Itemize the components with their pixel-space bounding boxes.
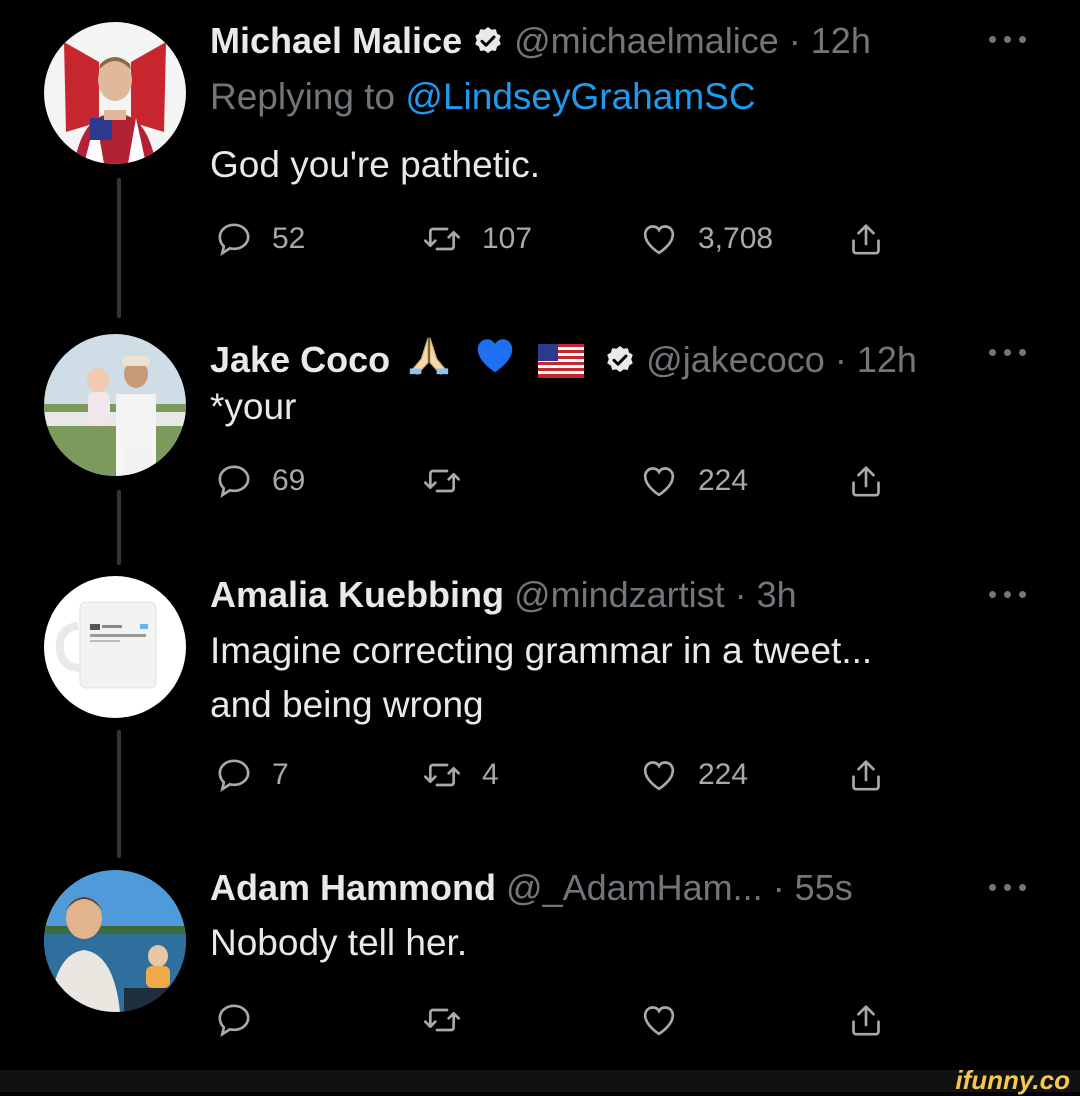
tweet-time: · 55s xyxy=(772,867,853,908)
tweet-text: *your xyxy=(210,386,297,427)
retweet-count: 107 xyxy=(482,222,533,255)
reply-icon xyxy=(218,759,250,793)
folded-hands-emoji xyxy=(406,332,452,387)
tweet-time: · 12h xyxy=(834,339,917,380)
us-flag-emoji xyxy=(538,344,585,387)
tweet-actions: 52 107 3,708 xyxy=(210,214,910,264)
tweet-text: God you're pathetic. xyxy=(210,144,540,185)
more-icon[interactable] xyxy=(985,878,1035,898)
retweet-button[interactable] xyxy=(420,995,482,1045)
like-icon xyxy=(643,225,675,255)
retweet-button[interactable]: 4 xyxy=(420,750,499,800)
author-name[interactable]: Amalia Kuebbing xyxy=(210,574,504,615)
like-icon xyxy=(643,467,675,497)
retweet-button[interactable]: 107 xyxy=(420,214,532,264)
retweet-icon xyxy=(424,763,460,787)
author-name[interactable]: Michael Malice xyxy=(210,20,462,61)
tweet-text: Nobody tell her. xyxy=(210,922,468,963)
more-icon[interactable] xyxy=(985,343,1035,363)
reply-icon xyxy=(218,465,250,499)
reply-icon xyxy=(218,223,250,257)
tweet-actions xyxy=(210,995,910,1045)
tweet-text-line: and being wrong xyxy=(210,684,484,725)
share-button[interactable] xyxy=(846,750,886,800)
avatar[interactable] xyxy=(44,870,186,1012)
share-button[interactable] xyxy=(846,214,886,264)
like-button[interactable]: 224 xyxy=(638,456,748,506)
author-handle[interactable]: @michaelmalice xyxy=(514,20,779,61)
tweet-text-line: Imagine correcting grammar in a tweet... xyxy=(210,630,873,671)
retweet-button[interactable] xyxy=(420,456,482,506)
retweet-icon xyxy=(424,227,460,251)
reply-button[interactable]: 7 xyxy=(214,750,289,800)
like-button[interactable]: 3,708 xyxy=(638,214,773,264)
reply-button[interactable]: 52 xyxy=(214,214,305,264)
author-name[interactable]: Jake Coco xyxy=(210,339,390,380)
reply-count: 69 xyxy=(272,464,306,497)
tweet-header: Michael Malice @michaelmalice · 12h xyxy=(210,20,871,66)
retweet-icon xyxy=(424,469,460,493)
tweet-header: Amalia Kuebbing @mindzartist · 3h xyxy=(210,574,797,616)
share-icon xyxy=(852,466,880,497)
tweet-time: · 12h xyxy=(788,20,871,61)
reply-icon xyxy=(218,1004,250,1038)
reply-context: Replying to @LindseyGrahamSC xyxy=(210,70,756,124)
more-icon[interactable] xyxy=(985,585,1035,605)
tweet-header: Adam Hammond @_AdamHam... · 55s xyxy=(210,867,853,909)
reply-count: 7 xyxy=(272,758,289,791)
avatar[interactable] xyxy=(44,576,186,718)
tweet-actions: 7 4 224 xyxy=(210,750,910,800)
tweet-actions: 69 224 xyxy=(210,456,910,506)
retweet-count: 4 xyxy=(482,758,499,791)
share-icon xyxy=(852,1005,880,1036)
more-icon[interactable] xyxy=(985,30,1035,50)
share-button[interactable] xyxy=(846,456,886,506)
like-button[interactable] xyxy=(638,995,698,1045)
like-icon xyxy=(643,1006,675,1036)
reply-count: 52 xyxy=(272,222,306,255)
retweet-icon xyxy=(424,1008,460,1032)
author-handle[interactable]: @jakecoco xyxy=(646,339,825,380)
share-icon xyxy=(852,760,880,791)
reply-mention-link[interactable]: @LindseyGrahamSC xyxy=(405,76,755,117)
thread-line xyxy=(117,490,121,565)
like-button[interactable]: 224 xyxy=(638,750,748,800)
reply-button[interactable]: 69 xyxy=(214,456,305,506)
verified-icon xyxy=(604,343,636,385)
author-handle[interactable]: @mindzartist xyxy=(514,574,725,615)
watermark-bar: ifunny.co xyxy=(0,1065,1080,1095)
share-button[interactable] xyxy=(846,995,886,1045)
watermark-logo: ifunny.co xyxy=(955,1065,1070,1095)
like-count: 3,708 xyxy=(698,222,774,255)
like-count: 224 xyxy=(698,758,749,791)
like-icon xyxy=(643,761,675,791)
author-name[interactable]: Adam Hammond xyxy=(210,867,496,908)
avatar[interactable] xyxy=(44,334,186,476)
replying-to-label: Replying to xyxy=(210,76,406,117)
tweet-time: · 3h xyxy=(734,574,797,615)
author-handle[interactable]: @_AdamHam... xyxy=(506,867,763,908)
avatar[interactable] xyxy=(44,22,186,164)
thread-line xyxy=(117,178,121,318)
like-count: 224 xyxy=(698,464,749,497)
reply-button[interactable] xyxy=(214,995,272,1045)
blue-heart-emoji xyxy=(472,332,518,387)
share-icon xyxy=(852,224,880,255)
tweet-header: Jake Coco @jakecoco · 12h xyxy=(210,332,917,387)
thread-line xyxy=(117,730,121,858)
verified-icon xyxy=(472,24,504,66)
